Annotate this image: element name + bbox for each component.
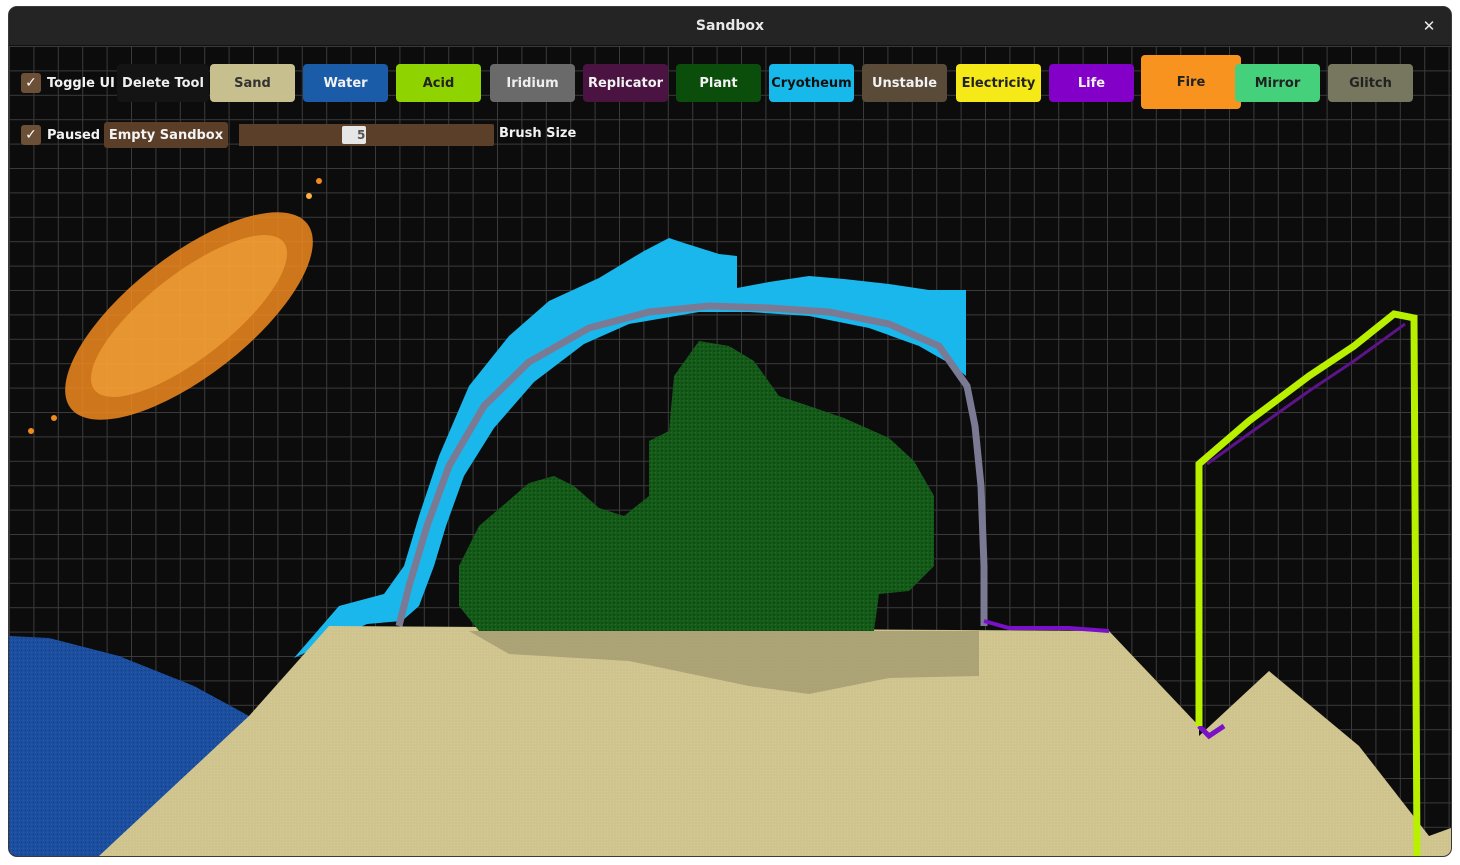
toggle-ui-checkbox[interactable]: ✓ [21, 73, 41, 93]
material-button-water[interactable]: Water [303, 64, 388, 102]
material-button-glitch[interactable]: Glitch [1328, 64, 1413, 102]
paused-label: Paused [47, 127, 101, 143]
close-icon[interactable]: ✕ [1419, 16, 1439, 36]
brush-size-slider[interactable]: 5 [239, 124, 494, 146]
brush-size-label: Brush Size [499, 126, 577, 141]
material-button-plant[interactable]: Plant [676, 64, 761, 102]
app-window: Sandbox ✕ ✓ Toggle UI ✓ Paused Delete To… [9, 7, 1451, 856]
title-bar: Sandbox ✕ [9, 7, 1451, 46]
material-button-cryotheum[interactable]: Cryotheum [769, 64, 854, 102]
sandbox-canvas[interactable]: ✓ Toggle UI ✓ Paused Delete Tool Sand Wat… [9, 46, 1451, 856]
empty-sandbox-button[interactable]: Empty Sandbox [104, 122, 228, 148]
material-button-replicator[interactable]: Replicator [583, 64, 668, 102]
material-button-acid[interactable]: Acid [396, 64, 481, 102]
material-button-sand[interactable]: Sand [210, 64, 295, 102]
material-button-electricity[interactable]: Electricity [956, 64, 1041, 102]
material-button-iridium[interactable]: Iridium [490, 64, 575, 102]
paused-checkbox[interactable]: ✓ [21, 125, 41, 145]
brush-size-slider-fill [239, 124, 342, 146]
toggle-ui-label: Toggle UI [47, 75, 115, 91]
ui-overlay: ✓ Toggle UI ✓ Paused Delete Tool Sand Wat… [9, 46, 1451, 856]
material-button-fire[interactable]: Fire [1141, 55, 1241, 109]
material-button-unstable[interactable]: Unstable [862, 64, 947, 102]
brush-size-value: 5 [357, 128, 366, 142]
delete-tool-button[interactable]: Delete Tool [117, 64, 209, 102]
material-button-mirror[interactable]: Mirror [1235, 64, 1320, 102]
toggle-ui-checkbox-row[interactable]: ✓ Toggle UI [21, 73, 115, 93]
window-title: Sandbox [695, 18, 765, 34]
material-button-life[interactable]: Life [1049, 64, 1134, 102]
paused-checkbox-row[interactable]: ✓ Paused [21, 125, 100, 145]
